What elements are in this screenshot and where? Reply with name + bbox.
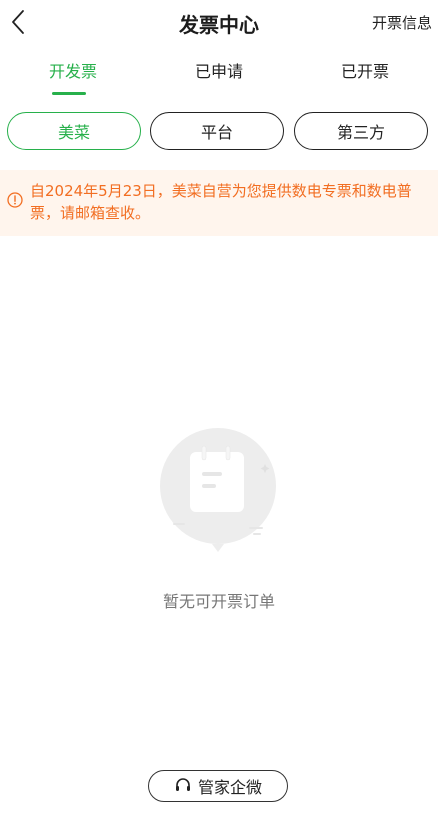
housekeeper-wechat-label: 管家企微 xyxy=(197,778,262,797)
chevron-left-icon xyxy=(12,10,24,34)
filter-platform[interactable]: 平台 xyxy=(150,112,284,150)
notice-text: 自2024年5月23日，美菜自营为您提供数电专票和数电普票，请邮箱查收。 xyxy=(30,182,412,222)
empty-state-text: 暂无可开票订单 xyxy=(162,592,275,611)
tab-bar: 开发票 已申请 已开票 xyxy=(0,58,438,98)
tab-issued[interactable]: 已开票 xyxy=(292,58,438,96)
headset-icon xyxy=(174,777,192,795)
invoice-info-link[interactable]: 开票信息 xyxy=(372,12,432,33)
header: 发票中心 开票信息 xyxy=(0,0,438,46)
alert-circle-icon xyxy=(7,192,23,208)
notice-banner: 自2024年5月23日，美菜自营为您提供数电专票和数电普票，请邮箱查收。 xyxy=(0,170,438,236)
invoice-center-page: 发票中心 开票信息 开发票 已申请 已开票 美菜 平台 第三方 自2024年5月… xyxy=(0,0,438,838)
active-tab-indicator xyxy=(52,92,86,95)
tab-issue-invoice[interactable]: 开发票 xyxy=(0,58,146,96)
empty-notepad-icon xyxy=(150,428,290,556)
tab-applied[interactable]: 已申请 xyxy=(146,58,292,96)
back-button[interactable] xyxy=(4,6,32,38)
filter-meicai[interactable]: 美菜 xyxy=(7,112,141,150)
filter-third-party[interactable]: 第三方 xyxy=(294,112,428,150)
source-filter-group: 美菜 平台 第三方 xyxy=(0,112,438,154)
housekeeper-wechat-button[interactable]: 管家企微 xyxy=(148,770,288,802)
